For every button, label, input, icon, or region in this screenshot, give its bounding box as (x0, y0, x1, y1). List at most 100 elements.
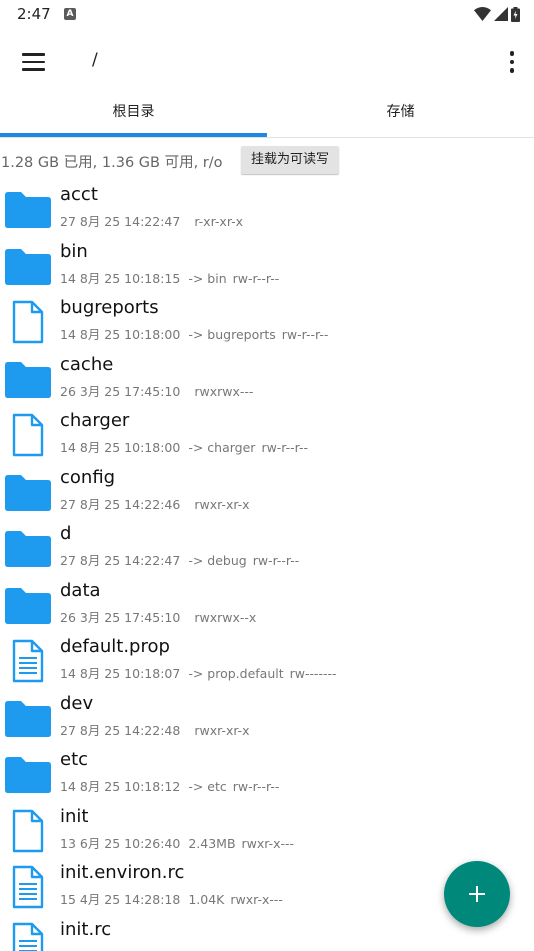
file-date: 27 8月 25 14:22:48 (60, 722, 181, 738)
folder-icon (4, 357, 52, 401)
file-meta: 27 8月 25 14:22:47 -> debug rw-r--r-- (60, 550, 299, 569)
folder-icon (4, 526, 52, 570)
folder-icon (4, 696, 52, 740)
file-permissions: rwxr-xr-x (194, 496, 250, 512)
signal-icon (494, 7, 508, 21)
file-date: 14 8月 25 10:18:15 (60, 270, 181, 286)
file-name: cache (60, 353, 114, 375)
file-name: bin (60, 240, 88, 262)
file-list-item[interactable]: bugreports 14 8月 25 10:18:00 -> bugreports… (0, 294, 534, 351)
file-list-item[interactable]: d 27 8月 25 14:22:47 -> debug rw-r--r-- (0, 520, 534, 577)
file-date: 14 8月 25 10:18:07 (60, 666, 181, 681)
folder-icon (4, 752, 52, 796)
file-permissions: rw-r--r-- (252, 553, 300, 568)
file-icon (4, 300, 52, 344)
file-list-item[interactable]: cache 26 3月 25 17:45:10 rwxrwx--- (0, 351, 534, 408)
file-name: init (60, 805, 89, 827)
text-file-icon (4, 865, 52, 909)
file-name: bugreports (60, 297, 159, 318)
file-list-item[interactable]: init.rc 14 8月 25 10:18:1563.60Krwxr-x--- (0, 916, 534, 951)
file-meta: 14 8月 25 10:18:00 -> bugreports rw-r--r-- (60, 324, 328, 343)
file-name: etc (60, 749, 89, 770)
tab-indicator (0, 133, 267, 137)
file-extra: -> charger (188, 440, 256, 455)
folder-icon (4, 244, 52, 288)
folder-icon (4, 583, 52, 627)
add-fab-button[interactable] (444, 861, 510, 927)
file-meta: 14 8月 25 10:18:12 -> etc rw-r--r-- (60, 776, 279, 795)
file-permissions: rwxr-xr-x (194, 722, 250, 738)
file-extra: 1.04K (188, 892, 225, 907)
storage-info-row: 1.28 GB 已用, 1.36 GB 可用, r/o 挂载为可读写 (0, 145, 534, 175)
file-extra: -> prop.default (188, 666, 284, 681)
file-list: acct 27 8月 25 14:22:47 r-xr-xr-x bin 14 8月 2… (0, 181, 534, 951)
more-vert-icon[interactable] (504, 48, 520, 76)
file-permissions: rwxrwx--- (194, 383, 254, 399)
file-meta: 14 8月 25 10:18:07 -> prop.default rw------… (60, 663, 337, 682)
file-list-item[interactable]: dev 27 8月 25 14:22:48 rwxr-xr-x (0, 690, 534, 747)
wifi-icon (474, 7, 491, 21)
file-list-item[interactable]: charger 14 8月 25 10:18:00 -> charger rw-r--… (0, 407, 534, 464)
file-permissions: r-xr-xr-x (194, 214, 244, 229)
mount-rw-button[interactable]: 挂载为可读写 (241, 146, 340, 174)
file-list-item[interactable]: etc 14 8月 25 10:18:12 -> etc rw-r--r-- (0, 746, 534, 803)
folder-icon (4, 470, 52, 514)
file-permissions: rwxrwx--x (194, 609, 257, 625)
file-meta: 26 3月 25 17:45:10 rwxrwx--x (60, 607, 256, 626)
file-permissions: rw-r--r-- (232, 779, 280, 794)
app-toolbar: / (0, 30, 534, 94)
file-icon (4, 413, 52, 457)
file-meta: 27 8月 25 14:22:47 r-xr-xr-x (60, 211, 243, 230)
text-file-icon (4, 922, 52, 951)
file-extra: -> etc (188, 779, 227, 794)
file-name: data (60, 579, 101, 601)
file-date: 26 3月 25 17:45:10 (60, 609, 181, 625)
file-date: 27 8月 25 14:22:46 (60, 496, 181, 512)
file-extra: -> bin (188, 270, 227, 286)
file-list-item[interactable]: acct 27 8月 25 14:22:47 r-xr-xr-x (0, 181, 534, 238)
status-time: 2:47 (17, 5, 51, 23)
text-file-icon (4, 639, 52, 683)
file-extra: 2.43MB (188, 835, 236, 851)
file-date: 14 8月 25 10:18:00 (60, 327, 181, 342)
file-name: d (60, 523, 72, 544)
file-extra: -> debug (188, 553, 247, 568)
file-name: dev (60, 692, 94, 714)
file-list-item[interactable]: default.prop 14 8月 25 10:18:07 -> prop.def… (0, 633, 534, 690)
file-date: 27 8月 25 14:22:47 (60, 553, 181, 568)
file-date: 13 6月 25 10:26:40 (60, 835, 181, 851)
file-name: default.prop (60, 636, 170, 657)
tab-storage[interactable]: 存储 (267, 94, 534, 136)
file-list-item[interactable]: config 27 8月 25 14:22:46 rwxr-xr-x (0, 464, 534, 521)
file-list-item[interactable]: bin 14 8月 25 10:18:15 -> bin rw-r--r-- (0, 238, 534, 295)
file-name: config (60, 466, 116, 488)
tab-root[interactable]: 根目录 (0, 94, 267, 136)
status-bar: 2:47 A (0, 0, 534, 30)
file-date: 27 8月 25 14:22:47 (60, 214, 181, 229)
file-permissions: rw------- (289, 666, 337, 681)
file-meta: 14 8月 25 10:18:00 -> charger rw-r--r-- (60, 437, 308, 456)
file-extra: -> bugreports (188, 327, 276, 342)
file-meta: 14 8月 25 10:18:15 -> bin rw-r--r-- (60, 268, 279, 287)
file-icon (4, 809, 52, 853)
file-meta: 13 6月 25 10:26:40 2.43MB rwxr-x--- (60, 833, 294, 852)
file-permissions: rwxr-x--- (230, 892, 283, 907)
file-date: 15 4月 25 14:28:18 (60, 892, 181, 907)
hamburger-menu-icon[interactable] (16, 48, 50, 76)
file-permissions: rw-r--r-- (281, 327, 329, 342)
file-date: 14 8月 25 10:18:12 (60, 779, 181, 794)
file-date: 14 8月 25 10:18:00 (60, 440, 181, 455)
file-meta: 26 3月 25 17:45:10 rwxrwx--- (60, 381, 253, 400)
file-list-item[interactable]: init 13 6月 25 10:26:40 2.43MB rwxr-x--- (0, 803, 534, 860)
file-meta: 27 8月 25 14:22:46 rwxr-xr-x (60, 494, 250, 513)
battery-icon (511, 6, 520, 22)
file-name: acct (60, 184, 98, 205)
file-list-item[interactable]: data 26 3月 25 17:45:10 rwxrwx--x (0, 577, 534, 634)
file-date: 26 3月 25 17:45:10 (60, 383, 181, 399)
folder-icon (4, 187, 52, 231)
file-name: charger (60, 410, 130, 431)
notification-icon: A (64, 8, 76, 20)
file-name: init.environ.rc (60, 862, 185, 883)
file-permissions: rwxr-x--- (241, 835, 295, 851)
file-name: init.rc (60, 918, 112, 940)
